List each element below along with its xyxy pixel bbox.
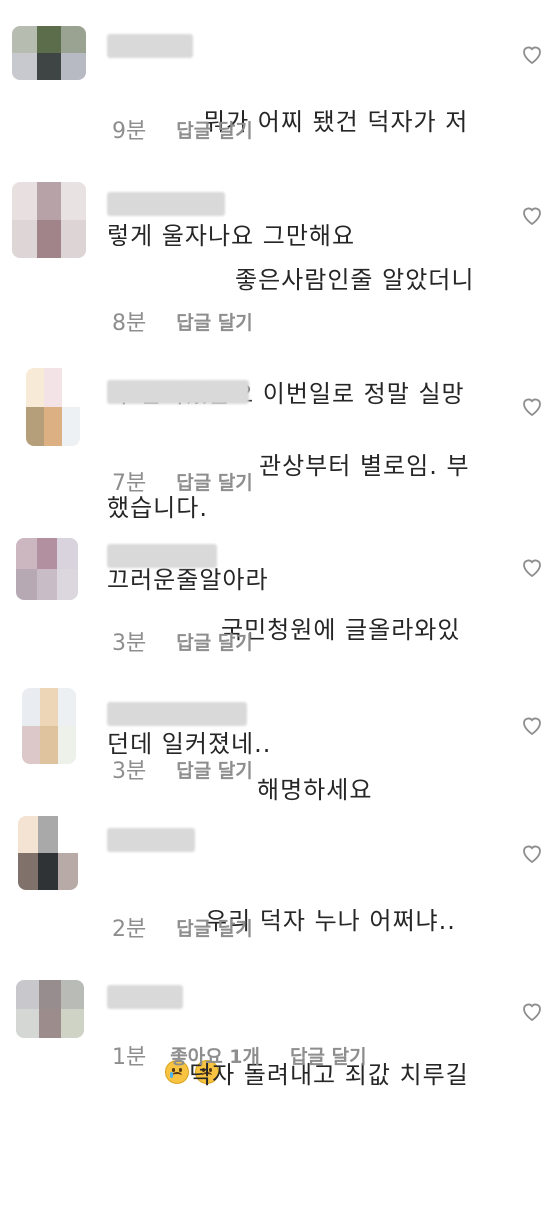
- comment-time: 8분: [112, 311, 147, 336]
- avatar[interactable]: [12, 182, 86, 258]
- comment-text-line: 좋은사람인줄 알았더니: [235, 266, 475, 294]
- like-heart-icon[interactable]: [520, 999, 544, 1023]
- comment-time: 3분: [112, 759, 147, 784]
- comment-meta: 8분 답글 달기: [112, 306, 253, 336]
- avatar[interactable]: [26, 368, 80, 446]
- like-heart-icon[interactable]: [520, 203, 544, 227]
- avatar[interactable]: [22, 688, 76, 764]
- reply-button[interactable]: 답글 달기: [290, 1042, 367, 1069]
- comment-meta: 2분 답글 달기: [112, 912, 253, 942]
- likes-count-button[interactable]: 좋아요 1개: [170, 1042, 260, 1069]
- comment-meta: 3분 답글 달기: [112, 754, 253, 784]
- like-heart-icon[interactable]: [520, 42, 544, 66]
- like-heart-icon[interactable]: [520, 713, 544, 737]
- avatar[interactable]: [16, 538, 78, 600]
- like-heart-icon[interactable]: [520, 394, 544, 418]
- comment-meta: 1분 좋아요 1개 답글 달기: [112, 1040, 367, 1070]
- comment-time: 2분: [112, 917, 147, 942]
- comment-time: 1분: [112, 1045, 147, 1070]
- reply-button[interactable]: 답글 달기: [176, 308, 253, 335]
- avatar[interactable]: [18, 816, 78, 890]
- reply-button[interactable]: 답글 달기: [176, 914, 253, 941]
- like-heart-icon[interactable]: [520, 555, 544, 579]
- reply-button[interactable]: 답글 달기: [176, 756, 253, 783]
- avatar[interactable]: [12, 26, 86, 80]
- avatar[interactable]: [16, 980, 84, 1038]
- reply-button[interactable]: 답글 달기: [176, 468, 253, 495]
- comment-meta: 9분 답글 달기: [112, 114, 253, 144]
- comment-time: 9분: [112, 119, 147, 144]
- reply-button[interactable]: 답글 달기: [176, 628, 253, 655]
- comment-meta: 7분 답글 달기: [112, 466, 253, 496]
- like-heart-icon[interactable]: [520, 841, 544, 865]
- comment-time: 3분: [112, 631, 147, 656]
- comment-text: 덕자 돌려내고 죄값 치루길: [107, 980, 500, 1170]
- comment-time: 7분: [112, 471, 147, 496]
- comment-meta: 3분 답글 달기: [112, 626, 253, 656]
- reply-button[interactable]: 답글 달기: [176, 116, 253, 143]
